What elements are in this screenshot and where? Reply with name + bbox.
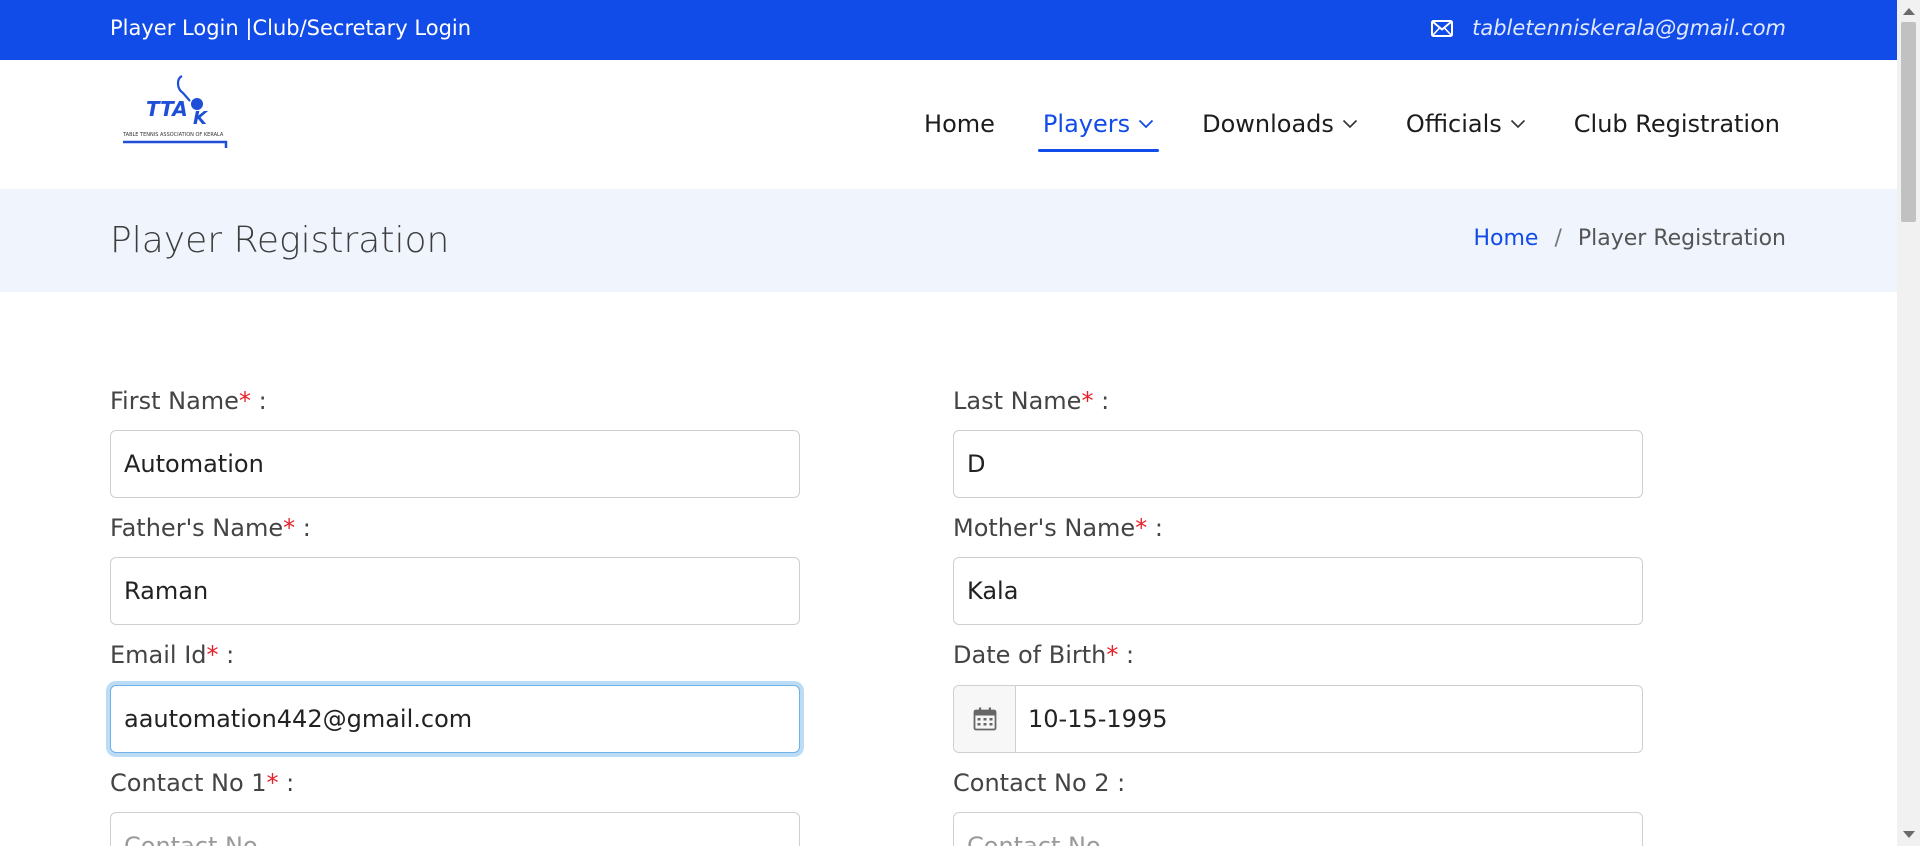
chevron-down-icon: [1138, 119, 1154, 129]
breadcrumb-current: Player Registration: [1577, 226, 1786, 251]
nav-officials[interactable]: Officials: [1406, 110, 1526, 138]
logo-caption: TABLE TENNIS ASSOCIATION OF KERALA: [122, 132, 224, 138]
vertical-scrollbar[interactable]: [1897, 0, 1920, 846]
contact1-input[interactable]: [110, 812, 800, 846]
contact2-input[interactable]: [953, 812, 1643, 846]
first-name-label: First Name* :: [110, 387, 267, 415]
contact-email: tabletenniskerala@gmail.com: [1431, 16, 1786, 40]
required-mark: *: [1135, 514, 1148, 542]
player-login-link[interactable]: Player Login: [110, 16, 239, 40]
nav-players-label: Players: [1042, 110, 1131, 138]
last-name-input[interactable]: [953, 430, 1643, 498]
father-name-input[interactable]: [110, 557, 800, 625]
email-input[interactable]: [110, 685, 800, 753]
label-suffix: :: [1118, 641, 1135, 669]
nav-officials-label: Officials: [1405, 110, 1502, 138]
main-nav: Home Players Downloads Officials Club Re…: [876, 110, 1780, 152]
label-suffix: :: [278, 769, 295, 797]
scroll-up-arrow-icon[interactable]: [1903, 8, 1915, 15]
nav-downloads-label: Downloads: [1202, 110, 1334, 138]
label-suffix: :: [218, 641, 235, 669]
nav-club-registration[interactable]: Club Registration: [1574, 110, 1780, 138]
breadcrumb: Home / Player Registration: [1473, 226, 1786, 251]
mother-name-label: Mother's Name* :: [953, 514, 1163, 542]
top-bar: Player Login |Club/Secretary Login table…: [0, 0, 1897, 60]
label-suffix: :: [250, 387, 267, 415]
dob-label-text: Date of Birth: [953, 641, 1107, 669]
father-name-label-text: Father's Name: [110, 514, 284, 542]
required-mark: *: [206, 641, 219, 669]
envelope-icon: [1431, 19, 1454, 37]
first-name-label-text: First Name: [110, 387, 239, 415]
contact1-label-text: Contact No 1: [110, 769, 267, 797]
required-mark: *: [1106, 641, 1119, 669]
logo-graphic: TTA K TABLE TENNIS ASSOCIATION OF KERALA: [122, 75, 228, 148]
first-name-input[interactable]: [110, 430, 800, 498]
nav-club-registration-label: Club Registration: [1573, 110, 1780, 138]
mother-name-label-text: Mother's Name: [953, 514, 1136, 542]
label-suffix: :: [295, 514, 311, 542]
page: Player Login |Club/Secretary Login table…: [0, 0, 1897, 846]
contact1-label: Contact No 1* :: [110, 769, 294, 797]
email-label-text: Email Id: [110, 641, 207, 669]
contact2-label: Contact No 2 :: [953, 769, 1125, 797]
calendar-icon: [973, 707, 996, 731]
calendar-addon[interactable]: [954, 686, 1016, 752]
svg-text:TTA: TTA: [146, 97, 188, 121]
label-suffix: :: [1147, 514, 1163, 542]
last-name-label-text: Last Name: [953, 387, 1082, 415]
nav-players[interactable]: Players: [1037, 110, 1160, 152]
scroll-down-arrow-icon[interactable]: [1903, 831, 1915, 838]
mother-name-input[interactable]: [953, 557, 1643, 625]
required-mark: *: [238, 387, 251, 415]
ttak-logo[interactable]: TTA K TABLE TENNIS ASSOCIATION OF KERALA: [120, 71, 228, 148]
email-label: Email Id* :: [110, 641, 234, 669]
site-header: TTA K TABLE TENNIS ASSOCIATION OF KERALA…: [0, 60, 1897, 189]
page-title-band: Player Registration Home / Player Regist…: [0, 189, 1897, 292]
breadcrumb-separator: /: [1554, 226, 1562, 251]
club-login-link[interactable]: Club/Secretary Login: [252, 16, 471, 40]
login-links: Player Login |Club/Secretary Login: [110, 16, 471, 40]
dob-label: Date of Birth* :: [953, 641, 1134, 669]
label-suffix: :: [1093, 387, 1110, 415]
nav-home[interactable]: Home: [924, 110, 995, 138]
svg-text:K: K: [193, 108, 209, 129]
nav-home-label: Home: [924, 110, 995, 138]
required-mark: *: [266, 769, 279, 797]
breadcrumb-home[interactable]: Home: [1473, 226, 1538, 251]
dob-input[interactable]: [1016, 686, 1642, 752]
chevron-down-icon: [1342, 119, 1357, 129]
nav-downloads[interactable]: Downloads: [1202, 110, 1358, 138]
dob-field: [953, 685, 1643, 753]
chevron-down-icon: [1510, 119, 1525, 129]
contact2-label-text: Contact No 2 :: [953, 769, 1126, 797]
required-mark: *: [283, 514, 296, 542]
page-title: Player Registration: [110, 220, 450, 261]
last-name-label: Last Name* :: [953, 387, 1109, 415]
email-link[interactable]: tabletenniskerala@gmail.com: [1472, 16, 1786, 40]
father-name-label: Father's Name* :: [110, 514, 311, 542]
scroll-thumb[interactable]: [1901, 22, 1916, 222]
required-mark: *: [1081, 387, 1094, 415]
